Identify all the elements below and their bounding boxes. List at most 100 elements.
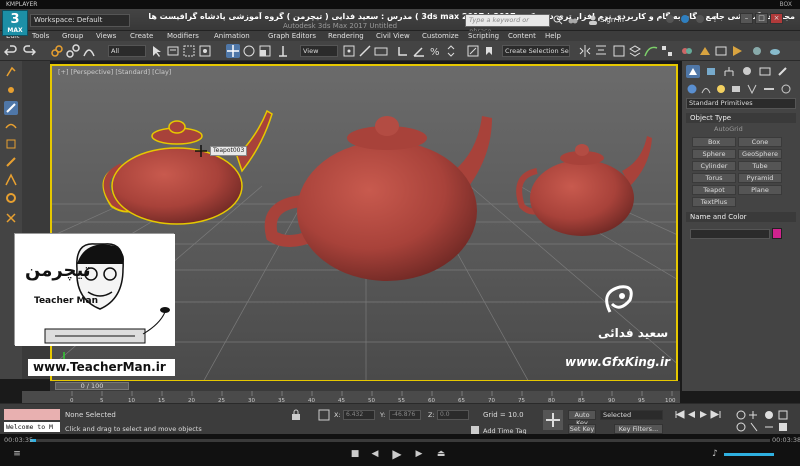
named-selection-icon[interactable] <box>482 44 496 58</box>
menu-customize[interactable]: Customize <box>422 31 459 41</box>
search-icon[interactable] <box>553 15 563 25</box>
link-icon[interactable] <box>50 44 64 58</box>
menu-modifiers[interactable]: Modifiers <box>167 31 199 41</box>
absolute-mode-icon[interactable] <box>318 409 330 421</box>
modify-tab-icon[interactable] <box>704 65 718 78</box>
select-by-name-icon[interactable] <box>166 44 180 58</box>
select-and-scale-icon[interactable] <box>258 44 272 58</box>
select-and-rotate-icon[interactable] <box>242 44 256 58</box>
time-slider-thumb[interactable]: 0 / 100 <box>55 382 129 390</box>
lasso-icon[interactable] <box>4 65 18 79</box>
create-tab-icon[interactable] <box>686 65 700 78</box>
close-button[interactable]: × <box>770 13 783 24</box>
menu-tools[interactable]: Tools <box>32 31 49 41</box>
workspace-dropdown[interactable]: Workspace: Default <box>30 14 130 27</box>
menu-scripting[interactable]: Scripting <box>468 31 499 41</box>
object-type-rollout[interactable]: Object Type <box>686 113 796 123</box>
playback-controls[interactable] <box>673 409 723 420</box>
pyramid-button[interactable]: Pyramid <box>738 173 782 183</box>
teapot-button[interactable]: Teapot <box>692 185 736 195</box>
maxscript-listener[interactable] <box>4 409 60 420</box>
align-icon[interactable] <box>594 44 608 58</box>
stop-icon[interactable]: ■ <box>350 449 360 459</box>
place-icon[interactable] <box>276 44 290 58</box>
next-icon[interactable]: ▶ <box>414 449 424 459</box>
menu-animation[interactable]: Animation <box>214 31 250 41</box>
snaps-toggle-icon[interactable] <box>396 44 410 58</box>
sign-in-button[interactable]: Sign In <box>600 14 624 27</box>
paint-deform-icon[interactable] <box>4 155 18 169</box>
player-menu-icon[interactable]: ≡ <box>12 449 22 459</box>
redo-icon[interactable] <box>22 44 36 58</box>
menu-rendering[interactable]: Rendering <box>328 31 364 41</box>
tube-button[interactable]: Tube <box>738 161 782 171</box>
category-icons[interactable] <box>686 83 796 95</box>
menu-create[interactable]: Create <box>130 31 153 41</box>
pivot-center-icon[interactable] <box>342 44 356 58</box>
freeform-icon[interactable] <box>4 119 18 133</box>
autogrid-checkbox[interactable]: AutoGrid <box>714 125 743 133</box>
cone-button[interactable]: Cone <box>738 137 782 147</box>
binoculars-icon[interactable] <box>568 15 578 25</box>
hierarchy-tab-icon[interactable] <box>722 65 736 78</box>
volume-slider[interactable] <box>724 453 774 456</box>
play-icon[interactable]: ▶ <box>392 448 402 460</box>
display-tab-icon[interactable] <box>758 65 772 78</box>
torus-button[interactable]: Torus <box>692 173 736 183</box>
user-icon[interactable] <box>588 15 598 25</box>
key-mode-dropdown[interactable]: Selected <box>600 410 663 420</box>
render-setup-icon[interactable] <box>698 44 712 58</box>
primitive-type-dropdown[interactable]: Standard Primitives <box>686 98 796 109</box>
angle-snap-icon[interactable] <box>412 44 426 58</box>
x-coordinate-field[interactable]: 6.432 <box>343 410 375 420</box>
search-input[interactable]: Type a keyword or phrase <box>465 14 550 35</box>
shift-icon[interactable] <box>4 137 18 151</box>
close-ribbon-icon[interactable] <box>4 211 18 225</box>
set-key-icon[interactable] <box>543 410 563 430</box>
select-object-icon[interactable] <box>150 44 164 58</box>
schematic-view-icon[interactable] <box>660 44 674 58</box>
keyboard-shortcut-icon[interactable] <box>374 44 388 58</box>
paint-select-icon[interactable] <box>4 83 18 97</box>
viewport-label[interactable]: [+] [Perspective] [Standard] [Clay] <box>58 68 171 76</box>
rendered-frame-window-icon[interactable] <box>714 44 728 58</box>
menu-graph-editors[interactable]: Graph Editors <box>268 31 316 41</box>
player-seek-bar[interactable] <box>30 439 770 442</box>
object-name-field[interactable] <box>690 229 770 239</box>
named-selection-set-dropdown[interactable]: Create Selection Se <box>502 45 570 57</box>
maxscript-mini-listener[interactable]: Welcome to M <box>4 422 60 432</box>
selection-filter-dropdown[interactable]: All <box>108 45 146 57</box>
viewport-navigation-controls[interactable] <box>735 409 795 433</box>
curve-editor-icon[interactable] <box>644 44 658 58</box>
material-editor-icon[interactable] <box>680 44 694 58</box>
set-key-button[interactable]: Set Key <box>568 424 596 434</box>
volume-icon[interactable]: ♪ <box>710 449 720 459</box>
rectangular-selection-icon[interactable] <box>182 44 196 58</box>
key-filters-button[interactable]: Key Filters... <box>614 424 663 434</box>
select-and-move-icon[interactable] <box>226 44 240 58</box>
object-color-swatch[interactable] <box>772 228 782 239</box>
plane-button[interactable]: Plane <box>738 185 782 195</box>
textplus-button[interactable]: TextPlus <box>692 197 736 207</box>
menu-help[interactable]: Help <box>545 31 561 41</box>
lock-selection-icon[interactable] <box>290 409 302 421</box>
edit-named-selection-icon[interactable] <box>466 44 480 58</box>
player-box-label[interactable]: BOX <box>780 0 792 9</box>
mirror-icon[interactable] <box>578 44 592 58</box>
utilities-tab-icon[interactable] <box>776 65 790 78</box>
y-coordinate-field[interactable]: -46.876 <box>389 410 421 420</box>
menu-civil-view[interactable]: Civil View <box>376 31 410 41</box>
draw-on-icon[interactable] <box>4 173 18 187</box>
bind-spacewarp-icon[interactable] <box>82 44 96 58</box>
help-icons[interactable]: ? <box>660 13 735 26</box>
sphere-button[interactable]: Sphere <box>692 149 736 159</box>
render-iterative-icon[interactable] <box>750 44 764 58</box>
brush-icon[interactable] <box>4 101 18 115</box>
scene-explorer-icon[interactable] <box>612 44 626 58</box>
auto-key-button[interactable]: Auto Key <box>568 410 596 427</box>
menu-views[interactable]: Views <box>96 31 116 41</box>
z-coordinate-field[interactable]: 0.0 <box>437 410 469 420</box>
trackbar[interactable]: 0 5 10 15 20 25 30 35 40 45 50 55 60 65 … <box>22 391 680 404</box>
time-slider[interactable] <box>50 381 680 391</box>
undo-icon[interactable] <box>4 44 18 58</box>
